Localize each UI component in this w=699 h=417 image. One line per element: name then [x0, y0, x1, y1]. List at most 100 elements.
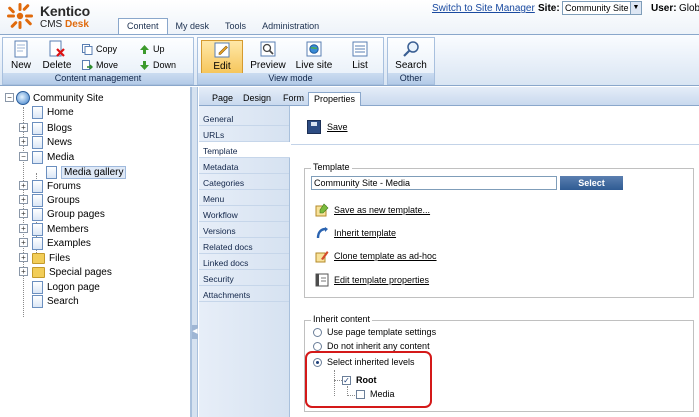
select-template-button[interactable]: Select [560, 176, 623, 190]
collapse-root-icon[interactable]: − [5, 93, 14, 102]
tree-item[interactable]: Files [32, 251, 70, 265]
collapse-icon[interactable]: − [19, 152, 28, 161]
tree-root[interactable]: Community Site [16, 91, 104, 105]
move-button[interactable]: Move [82, 58, 118, 72]
edit-icon [214, 42, 230, 58]
site-select[interactable]: Community Site ▼ [562, 1, 642, 15]
tree-item-label: Blogs [47, 122, 73, 134]
down-button[interactable]: Down [139, 58, 176, 72]
tree-item[interactable]: Search [32, 294, 79, 308]
tab-administration[interactable]: Administration [254, 19, 327, 34]
copy-button[interactable]: Copy [82, 42, 117, 56]
tree-item[interactable]: Logon page [32, 280, 100, 294]
chevron-down-icon[interactable]: ▼ [630, 2, 641, 14]
toolbar: New Delete Copy Move Up Down Content man… [0, 34, 699, 86]
prop-related-docs[interactable]: Related docs [199, 238, 289, 254]
collapse-arrow-icon[interactable]: ◀ [192, 325, 198, 339]
tree-item-label: Files [49, 252, 71, 264]
brand-product-pre: CMS [40, 19, 63, 30]
page-icon [32, 179, 43, 193]
tab-page[interactable]: Page [207, 92, 238, 105]
delete-document-icon [49, 40, 65, 57]
edit-button[interactable]: Edit [201, 40, 243, 74]
preview-button[interactable]: Preview [249, 40, 287, 74]
prop-attachments[interactable]: Attachments [199, 286, 289, 302]
prop-security[interactable]: Security [199, 270, 289, 286]
prop-workflow[interactable]: Workflow [199, 206, 289, 222]
new-button[interactable]: New [6, 40, 36, 74]
expand-icon[interactable]: + [19, 137, 28, 146]
tree-item-selected[interactable]: Media gallery [46, 165, 127, 179]
tree-item[interactable]: Home [32, 105, 74, 119]
tree-item-label: Media gallery [61, 165, 127, 179]
expand-icon[interactable]: + [19, 181, 28, 190]
expand-icon[interactable]: + [19, 123, 28, 132]
tab-my-desk[interactable]: My desk [168, 19, 218, 34]
radio-do-not-inherit[interactable]: Do not inherit any content [313, 341, 430, 351]
prop-categories[interactable]: Categories [199, 174, 289, 190]
expand-icon[interactable]: + [19, 195, 28, 204]
view-mode-label: View mode [198, 73, 383, 84]
save-link[interactable]: Save [327, 122, 348, 132]
other-group: Search Other [387, 37, 435, 85]
tree-item[interactable]: Media [32, 150, 74, 164]
tab-design[interactable]: Design [238, 92, 276, 105]
search-button[interactable]: Search [392, 40, 430, 74]
save-template-icon [315, 203, 329, 217]
tree-item[interactable]: Blogs [32, 121, 72, 135]
tree-item-label: Search [47, 295, 79, 307]
radio-use-page-template-settings[interactable]: Use page template settings [313, 327, 436, 337]
user-name: Glob [679, 3, 699, 14]
copy-icon [82, 43, 93, 55]
switch-to-site-manager-link[interactable]: Switch to Site Manager [432, 3, 535, 14]
expand-icon[interactable]: + [19, 238, 28, 247]
prop-general[interactable]: General [199, 110, 289, 126]
content-tree: − Community Site Home + Blogs + News − M… [0, 87, 191, 417]
page-icon [32, 105, 43, 119]
edit-template-properties-link[interactable]: Edit template properties [315, 273, 429, 287]
tab-tools[interactable]: Tools [217, 19, 254, 34]
save-as-new-template-link[interactable]: Save as new template... [315, 203, 430, 217]
save-icon[interactable] [307, 120, 321, 134]
tree-item[interactable]: News [32, 135, 72, 149]
radio-button[interactable] [313, 341, 322, 351]
tree-item[interactable]: Special pages [32, 265, 112, 279]
tree-item[interactable]: Group pages [32, 207, 105, 221]
expand-icon[interactable]: + [19, 267, 28, 276]
tab-properties[interactable]: Properties [308, 92, 362, 106]
copy-button-label: Copy [96, 44, 118, 54]
preview-icon [260, 41, 276, 57]
tab-content[interactable]: Content [118, 18, 168, 34]
prop-template[interactable]: Template [199, 142, 290, 158]
template-name-input[interactable]: Community Site - Media [311, 176, 557, 190]
radio-button[interactable] [313, 327, 322, 337]
expand-icon[interactable]: + [19, 209, 28, 218]
list-button[interactable]: List [342, 40, 378, 74]
tree-item[interactable]: Groups [32, 193, 80, 207]
clone-template-link[interactable]: Clone template as ad-hoc [315, 249, 437, 263]
tree-item[interactable]: Examples [32, 236, 91, 250]
delete-button-label: Delete [42, 60, 72, 71]
folder-icon [32, 252, 45, 264]
tree-item[interactable]: Forums [32, 179, 81, 193]
site-label: Site: [538, 3, 560, 14]
tree-item[interactable]: Members [32, 222, 89, 236]
prop-linked-docs[interactable]: Linked docs [199, 254, 289, 270]
prop-menu[interactable]: Menu [199, 190, 289, 206]
new-button-label: New [10, 60, 31, 71]
view-mode-group: Edit Preview Live site List View mode [197, 37, 384, 85]
list-button-label: List [352, 60, 368, 71]
expand-icon[interactable]: + [19, 253, 28, 262]
inherit-template-link[interactable]: Inherit template [315, 226, 396, 240]
live-site-button[interactable]: Live site [292, 40, 336, 74]
app-header: Kentico CMS Desk Content My desk Tools A… [0, 0, 699, 34]
up-button[interactable]: Up [139, 42, 165, 56]
delete-button[interactable]: Delete [40, 40, 74, 74]
prop-versions[interactable]: Versions [199, 222, 289, 238]
page-icon [32, 294, 43, 308]
prop-metadata[interactable]: Metadata [199, 158, 289, 174]
prop-urls[interactable]: URLs [199, 126, 289, 142]
tab-form[interactable]: Form [278, 92, 309, 105]
tree-splitter[interactable]: ◀ [191, 87, 198, 417]
expand-icon[interactable]: + [19, 224, 28, 233]
